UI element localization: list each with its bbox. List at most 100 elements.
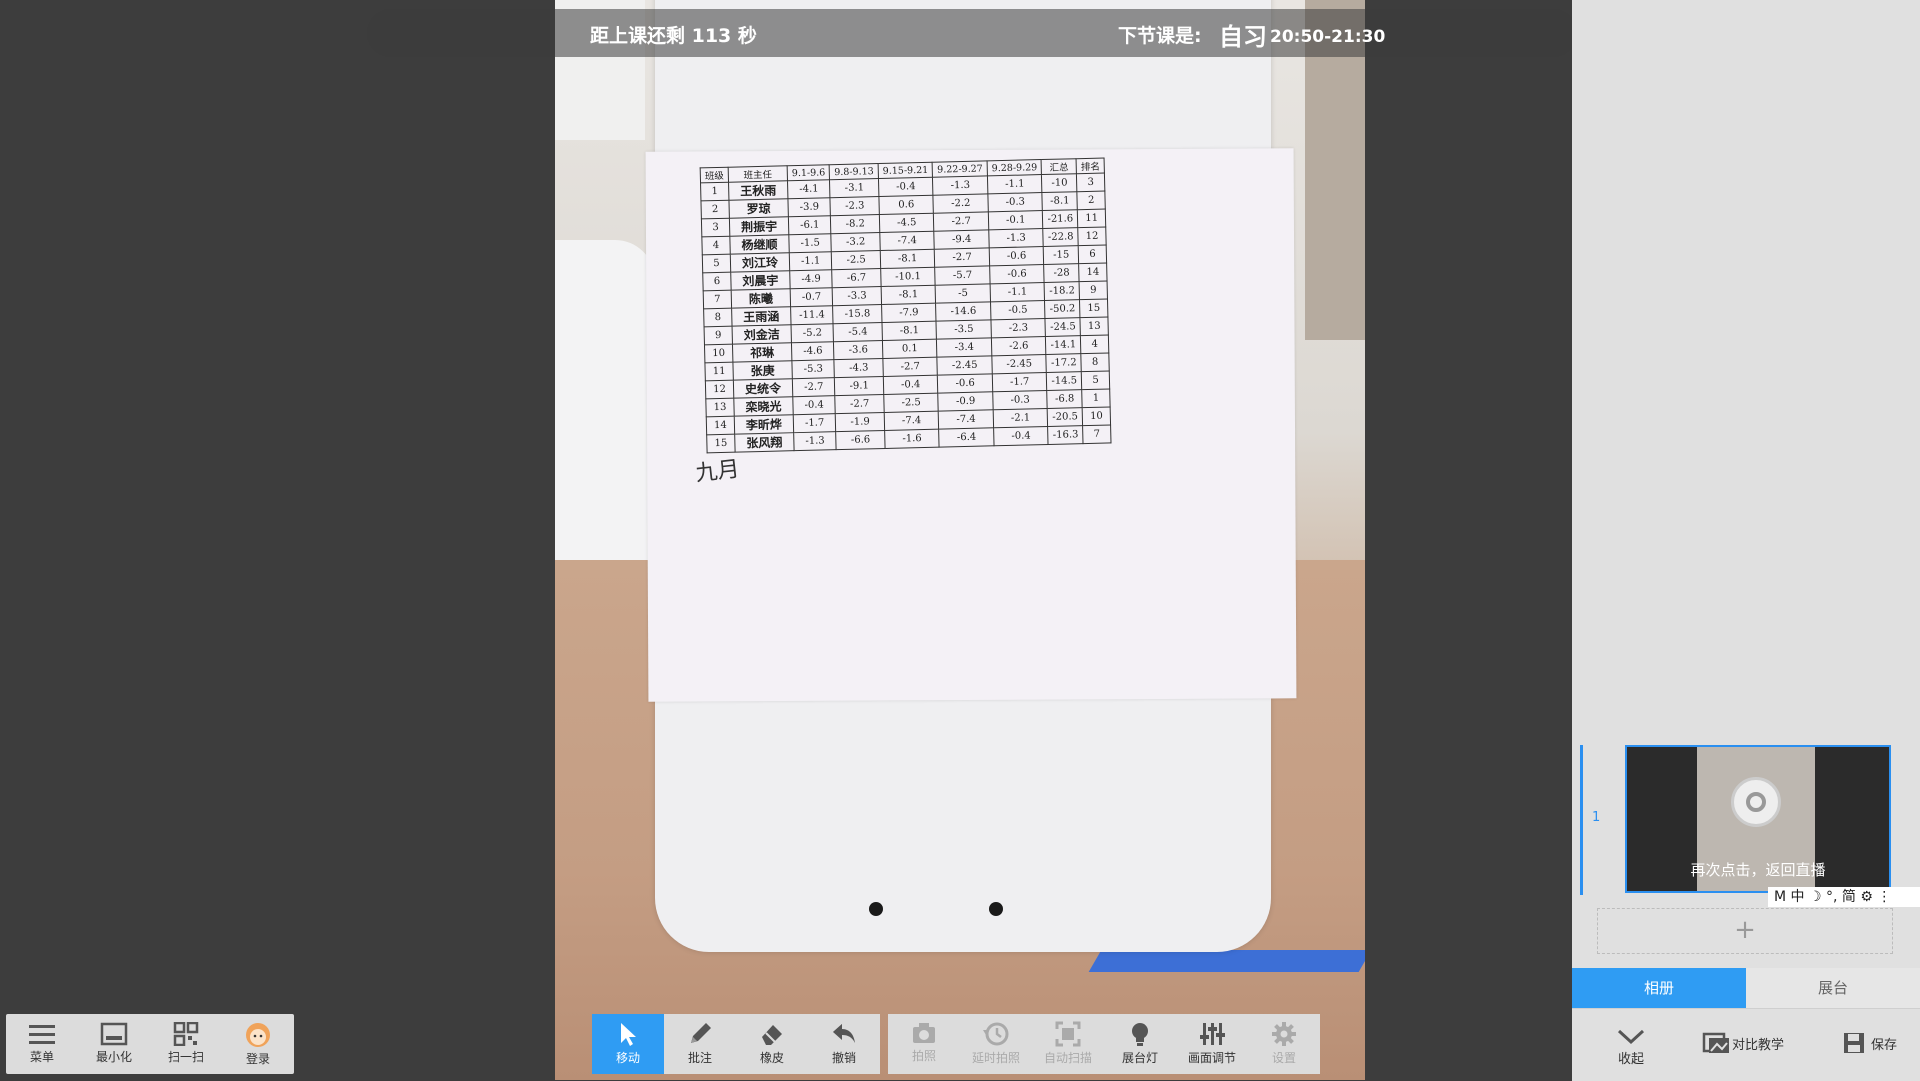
table-cell: -14.1	[1045, 335, 1081, 355]
tab-booth[interactable]: 展台	[1746, 968, 1920, 1008]
table-cell: -2.7	[882, 357, 938, 377]
table-cell: -0.6	[989, 264, 1045, 284]
table-cell: -2.6	[991, 336, 1047, 356]
table-cell: -1.3	[988, 228, 1044, 248]
table-cell: -8.1	[881, 285, 936, 305]
eraser-icon	[762, 1025, 782, 1045]
table-cell: -2.7	[933, 211, 989, 232]
login-button[interactable]: 登录	[222, 1014, 294, 1074]
table-cell: 9	[1079, 280, 1108, 300]
move-tool-button[interactable]: 移动	[592, 1014, 664, 1074]
album-thumbnail[interactable]: 再次点击，返回直播	[1625, 745, 1891, 893]
table-cell: -0.4	[883, 375, 939, 395]
table-cell: -5.7	[935, 265, 991, 286]
table-cell: -6.8	[1047, 389, 1083, 409]
table-cell: -1.3	[932, 175, 988, 196]
table-cell: 11	[1077, 209, 1106, 228]
center-toolbar: 移动 批注 橡皮 撤销 拍照 延时拍照 自动扫描 展台灯 画面调节 设置	[592, 1014, 1320, 1074]
table-header-cell: 9.22-9.27	[932, 160, 988, 178]
table-cell: -8.2	[830, 214, 880, 234]
table-cell: -2.7	[792, 377, 836, 397]
save-label: 保存	[1871, 1037, 1898, 1053]
save-button[interactable]: 保存	[1842, 1031, 1897, 1055]
table-cell: 荆振宇	[729, 216, 789, 237]
camera-tools: 拍照 延时拍照 自动扫描 展台灯 画面调节 设置	[888, 1014, 1320, 1074]
webcam-icon	[1731, 777, 1781, 827]
blue-bar	[1088, 950, 1365, 972]
table-cell: -0.4	[993, 426, 1049, 446]
collapse-label: 收起	[1617, 1052, 1644, 1067]
minimize-button[interactable]: 最小化	[78, 1014, 150, 1074]
table-cell: -1.1	[789, 251, 833, 271]
eraser-label: 橡皮	[759, 1051, 784, 1065]
table-cell: 祁琳	[732, 342, 792, 363]
table-cell: -10.1	[880, 267, 936, 287]
table-cell: 刘晨宇	[730, 270, 791, 291]
annotate-tool-button[interactable]: 批注	[664, 1014, 736, 1074]
table-cell: -1.1	[987, 174, 1043, 194]
booth-light-button[interactable]: 展台灯	[1104, 1014, 1176, 1074]
table-cell: 13	[1080, 316, 1109, 336]
menu-button[interactable]: 菜单	[6, 1014, 78, 1074]
table-cell: -2.3	[830, 196, 880, 216]
table-cell: -21.6	[1042, 209, 1078, 229]
table-cell: -4.6	[791, 341, 835, 361]
table-cell: -18.2	[1044, 281, 1080, 301]
collapse-button[interactable]: 收起	[1616, 1026, 1646, 1067]
table-cell: -2.5	[883, 393, 939, 413]
table-cell: -14.6	[935, 301, 991, 322]
table-cell: 15	[706, 434, 736, 453]
ime-toolbar[interactable]: M 中 ☽ °, 简 ⚙ ⋮	[1768, 887, 1920, 907]
timer-capture-button[interactable]: 延时拍照	[960, 1014, 1032, 1074]
table-cell: -9.1	[834, 376, 884, 396]
scan-button[interactable]: 扫一扫	[150, 1014, 222, 1074]
table-cell: -0.3	[992, 390, 1048, 410]
table-cell: -7.4	[938, 409, 994, 430]
table-cell: 0.1	[882, 339, 938, 359]
table-cell: -1.3	[793, 431, 837, 451]
tab-album[interactable]: 相册	[1572, 968, 1746, 1008]
eraser-tool-button[interactable]: 橡皮	[736, 1014, 808, 1074]
table-cell: -22.8	[1043, 227, 1079, 247]
hamburger-menu-icon	[29, 1025, 55, 1044]
table-cell: -50.2	[1044, 299, 1081, 319]
table-cell: 10	[704, 344, 733, 363]
cursor-arrow-icon	[621, 1023, 636, 1046]
user-avatar-icon	[246, 1023, 270, 1047]
table-cell: 王雨涵	[731, 306, 792, 327]
table-cell: 8	[1080, 352, 1110, 372]
table-cell: -0.4	[878, 177, 934, 197]
table-cell: -2.3	[990, 318, 1046, 338]
next-class-name: 自习	[1219, 23, 1267, 51]
table-cell: 张风翔	[734, 432, 795, 453]
table-cell: 9	[704, 326, 733, 345]
undo-button[interactable]: 撤销	[808, 1014, 880, 1074]
table-cell: -8.1	[880, 249, 936, 269]
capture-button[interactable]: 拍照	[888, 1014, 960, 1074]
table-header-cell: 班级	[700, 167, 729, 183]
clipboard-hole	[989, 902, 1003, 916]
table-cell: -15.8	[833, 304, 882, 324]
table-cell: 10	[1082, 406, 1111, 426]
auto-scan-button[interactable]: 自动扫描	[1032, 1014, 1104, 1074]
table-cell: 2	[700, 200, 730, 219]
compare-teaching-button[interactable]: 对比教学	[1702, 1031, 1784, 1055]
document-scan-icon	[1055, 1021, 1081, 1047]
document-sheet: 班级 班主任 9.1-9.6 9.8-9.13 9.15-9.21 9.22-9.27 9.…	[645, 148, 1297, 702]
camera-icon	[913, 1023, 935, 1043]
table-cell: 8	[703, 308, 733, 327]
thumb-index: 1	[1592, 810, 1601, 825]
add-thumbnail-button[interactable]: +	[1597, 908, 1893, 954]
settings-button[interactable]: 设置	[1248, 1014, 1320, 1074]
table-cell: -0.4	[792, 395, 836, 415]
class-info-bar	[367, 9, 1577, 57]
table-cell: -6.7	[832, 268, 882, 288]
qr-code-icon	[173, 1022, 199, 1046]
table-cell: -0.5	[990, 300, 1046, 320]
move-label: 移动	[615, 1051, 640, 1065]
table-cell: -8.1	[881, 321, 937, 341]
table-cell: 3	[701, 218, 730, 237]
table-cell: -3.1	[829, 178, 879, 198]
camera-view[interactable]: 班级 班主任 9.1-9.6 9.8-9.13 9.15-9.21 9.22-9.27 9.…	[555, 0, 1365, 1080]
image-adjust-button[interactable]: 画面调节	[1176, 1014, 1248, 1074]
